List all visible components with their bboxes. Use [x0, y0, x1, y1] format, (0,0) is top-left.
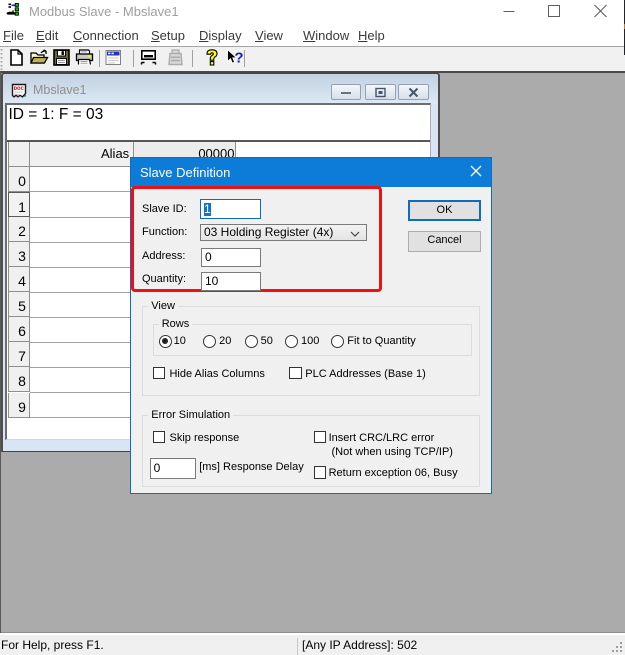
svg-text:DOC: DOC [14, 85, 25, 92]
